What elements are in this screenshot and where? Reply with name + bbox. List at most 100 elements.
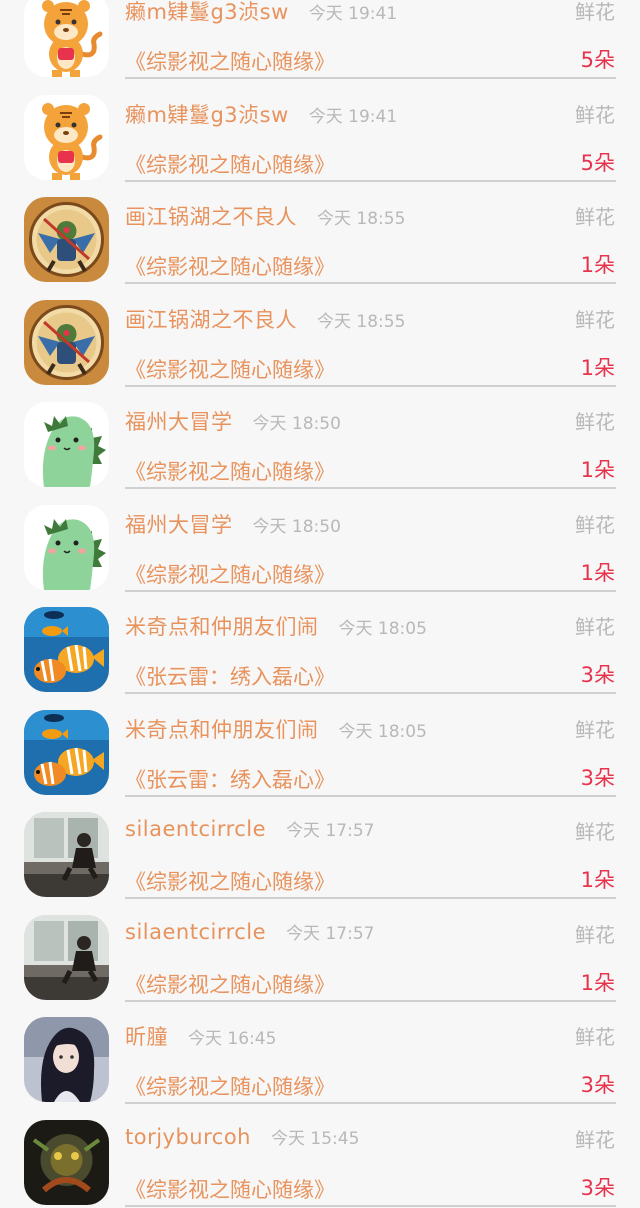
warrior-emblem-icon xyxy=(24,300,109,385)
tropical-fish-icon xyxy=(24,710,109,795)
gift-time: 今天 18:55 xyxy=(317,312,405,332)
gift-type: 鲜花 xyxy=(575,99,615,128)
user-name[interactable]: 昕膧今天 16:45 xyxy=(125,1021,276,1051)
user-avatar[interactable] xyxy=(24,915,109,1000)
gift-type: 鲜花 xyxy=(575,816,615,845)
tiger-cartoon-icon xyxy=(24,0,109,77)
flower-count: 1朵 xyxy=(581,249,615,279)
flower-count: 1朵 xyxy=(581,967,615,997)
gift-time: 今天 18:05 xyxy=(339,722,427,742)
gift-type: 鲜花 xyxy=(575,714,615,743)
user-name[interactable]: 癞m肄鬘g3浈sw今天 19:41 xyxy=(125,99,397,129)
gift-type: 鲜花 xyxy=(575,406,615,435)
anime-girl-icon xyxy=(24,1017,109,1102)
user-name[interactable]: 福州大冒学今天 18:50 xyxy=(125,509,341,539)
gift-time: 今天 19:41 xyxy=(309,4,397,24)
book-title-link[interactable]: 《综影视之随心随缘》 xyxy=(125,1071,335,1101)
row-divider xyxy=(125,1000,616,1002)
gift-type: 鲜花 xyxy=(575,1124,615,1153)
flower-count: 1朵 xyxy=(581,557,615,587)
gift-type: 鲜花 xyxy=(575,509,615,538)
gift-record-row[interactable]: 昕膧今天 16:45 鲜花 《综影视之随心随缘》 3朵 xyxy=(0,1003,640,1106)
user-avatar[interactable] xyxy=(24,505,109,590)
row-divider xyxy=(125,1102,616,1104)
row-divider xyxy=(125,1205,616,1207)
dark-mech-icon xyxy=(24,1120,109,1205)
row-divider xyxy=(125,795,616,797)
gift-type: 鲜花 xyxy=(575,201,615,230)
gift-record-row[interactable]: 癞m肄鬘g3浈sw今天 19:41 鲜花 《综影视之随心随缘》 5朵 xyxy=(0,0,640,81)
user-name[interactable]: 米奇点和仲朋友们闹今天 18:05 xyxy=(125,714,427,744)
flower-count: 3朵 xyxy=(581,1069,615,1099)
book-title-link[interactable]: 《综影视之随心随缘》 xyxy=(125,251,335,281)
book-title-link[interactable]: 《综影视之随心随缘》 xyxy=(125,456,335,486)
flower-count: 3朵 xyxy=(581,762,615,792)
user-name[interactable]: 米奇点和仲朋友们闹今天 18:05 xyxy=(125,611,427,641)
tropical-fish-icon xyxy=(24,607,109,692)
gift-time: 今天 16:45 xyxy=(188,1029,276,1049)
book-title-link[interactable]: 《综影视之随心随缘》 xyxy=(125,354,335,384)
book-title-link[interactable]: 《综影视之随心随缘》 xyxy=(125,149,335,179)
gift-time: 今天 17:57 xyxy=(286,821,374,841)
tiger-cartoon-icon xyxy=(24,95,109,180)
user-name[interactable]: 癞m肄鬘g3浈sw今天 19:41 xyxy=(125,0,397,26)
user-name[interactable]: torjyburcoh今天 15:45 xyxy=(125,1124,359,1149)
row-divider xyxy=(125,282,616,284)
gift-time: 今天 18:50 xyxy=(253,414,341,434)
user-avatar[interactable] xyxy=(24,710,109,795)
book-title-link[interactable]: 《综影视之随心随缘》 xyxy=(125,46,335,76)
person-at-window-icon xyxy=(24,915,109,1000)
user-avatar[interactable] xyxy=(24,95,109,180)
user-name[interactable]: 福州大冒学今天 18:50 xyxy=(125,406,341,436)
gift-record-row[interactable]: 米奇点和仲朋友们闹今天 18:05 鲜花 《张云雷：绣入磊心》 3朵 xyxy=(0,593,640,696)
flower-count: 5朵 xyxy=(581,44,615,74)
flower-count: 1朵 xyxy=(581,352,615,382)
user-name[interactable]: silaentcirrcle今天 17:57 xyxy=(125,919,374,944)
book-title-link[interactable]: 《综影视之随心随缘》 xyxy=(125,969,335,999)
gift-type: 鲜花 xyxy=(575,919,615,948)
flower-count: 1朵 xyxy=(581,454,615,484)
gift-record-row[interactable]: 米奇点和仲朋友们闹今天 18:05 鲜花 《张云雷：绣入磊心》 3朵 xyxy=(0,696,640,799)
green-dinosaur-icon xyxy=(24,402,109,487)
gift-record-row[interactable]: 画江锅湖之不良人今天 18:55 鲜花 《综影视之随心随缘》 1朵 xyxy=(0,183,640,286)
flower-count: 5朵 xyxy=(581,147,615,177)
gift-record-row[interactable]: silaentcirrcle今天 17:57 鲜花 《综影视之随心随缘》 1朵 xyxy=(0,798,640,901)
gift-time: 今天 18:55 xyxy=(317,209,405,229)
row-divider xyxy=(125,897,616,899)
user-avatar[interactable] xyxy=(24,402,109,487)
book-title-link[interactable]: 《张云雷：绣入磊心》 xyxy=(125,764,335,794)
person-at-window-icon xyxy=(24,812,109,897)
row-divider xyxy=(125,77,616,79)
gift-record-row[interactable]: 福州大冒学今天 18:50 鲜花 《综影视之随心随缘》 1朵 xyxy=(0,388,640,491)
book-title-link[interactable]: 《综影视之随心随缘》 xyxy=(125,1174,335,1204)
flower-count: 3朵 xyxy=(581,659,615,689)
gift-type: 鲜花 xyxy=(575,1021,615,1050)
user-avatar[interactable] xyxy=(24,607,109,692)
user-avatar[interactable] xyxy=(24,1120,109,1205)
flower-count: 1朵 xyxy=(581,864,615,894)
gift-type: 鲜花 xyxy=(575,304,615,333)
gift-record-row[interactable]: 福州大冒学今天 18:50 鲜花 《综影视之随心随缘》 1朵 xyxy=(0,491,640,594)
user-name[interactable]: 画江锅湖之不良人今天 18:55 xyxy=(125,201,405,231)
user-avatar[interactable] xyxy=(24,197,109,282)
book-title-link[interactable]: 《综影视之随心随缘》 xyxy=(125,866,335,896)
user-avatar[interactable] xyxy=(24,812,109,897)
gift-type: 鲜花 xyxy=(575,0,615,25)
user-name[interactable]: 画江锅湖之不良人今天 18:55 xyxy=(125,304,405,334)
gift-record-row[interactable]: silaentcirrcle今天 17:57 鲜花 《综影视之随心随缘》 1朵 xyxy=(0,901,640,1004)
gift-record-row[interactable]: 画江锅湖之不良人今天 18:55 鲜花 《综影视之随心随缘》 1朵 xyxy=(0,286,640,389)
flower-count: 3朵 xyxy=(581,1172,615,1202)
row-divider xyxy=(125,692,616,694)
row-divider xyxy=(125,180,616,182)
book-title-link[interactable]: 《综影视之随心随缘》 xyxy=(125,559,335,589)
book-title-link[interactable]: 《张云雷：绣入磊心》 xyxy=(125,661,335,691)
user-avatar[interactable] xyxy=(24,0,109,77)
gift-record-row[interactable]: 癞m肄鬘g3浈sw今天 19:41 鲜花 《综影视之随心随缘》 5朵 xyxy=(0,81,640,184)
gift-time: 今天 18:05 xyxy=(339,619,427,639)
user-name[interactable]: silaentcirrcle今天 17:57 xyxy=(125,816,374,841)
gift-record-row[interactable]: torjyburcoh今天 15:45 鲜花 《综影视之随心随缘》 3朵 xyxy=(0,1106,640,1208)
gift-time: 今天 19:41 xyxy=(309,107,397,127)
user-avatar[interactable] xyxy=(24,300,109,385)
user-avatar[interactable] xyxy=(24,1017,109,1102)
row-divider xyxy=(125,590,616,592)
